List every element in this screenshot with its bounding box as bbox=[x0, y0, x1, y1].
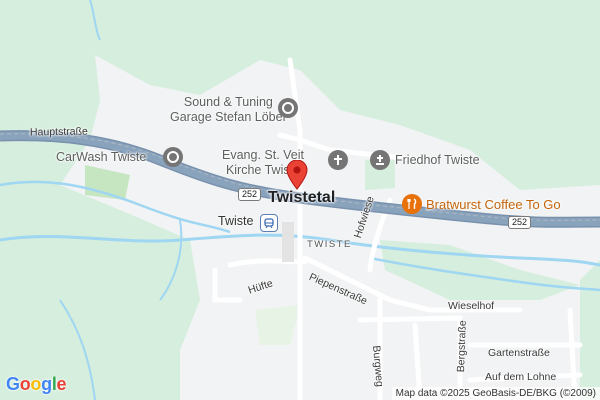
restaurant-fork-knife-icon[interactable] bbox=[402, 194, 422, 214]
poi-label: Garage Stefan Löber bbox=[170, 110, 287, 124]
street-label-bergstrasse: Bergstraße bbox=[455, 320, 469, 373]
church-cross-icon[interactable] bbox=[328, 150, 348, 170]
train-station-icon[interactable] bbox=[260, 214, 278, 232]
field-patch bbox=[0, 160, 60, 200]
street-label-wieselhof: Wieselhof bbox=[448, 300, 495, 312]
street-label-auf-dem-lohne: Auf dem Lohne bbox=[485, 371, 557, 383]
street-label-hauptstrasse: Hauptstraße bbox=[29, 125, 88, 139]
map-canvas[interactable]: Sound & Tuning Garage Stefan Löber CarWa… bbox=[0, 0, 600, 400]
pin-dot-icon[interactable] bbox=[278, 98, 298, 118]
poi-friedhof[interactable]: Friedhof Twiste bbox=[395, 153, 480, 168]
poi-label: CarWash Twiste bbox=[56, 150, 147, 164]
cemetery-icon[interactable] bbox=[370, 150, 390, 170]
poi-label: Sound & Tuning bbox=[183, 95, 273, 109]
station-platform bbox=[282, 222, 294, 262]
road-shield-252: 252 bbox=[508, 216, 532, 229]
pin-dot-icon[interactable] bbox=[163, 147, 183, 167]
map-attribution[interactable]: Map data ©2025 GeoBasis-DE/BKG (©2009) bbox=[391, 387, 600, 400]
stream bbox=[89, 0, 101, 41]
place-label: TWISTE bbox=[307, 239, 352, 250]
google-logo: Google bbox=[6, 374, 67, 394]
street-label-gartenstrasse: Gartenstraße bbox=[488, 347, 550, 359]
poi-label: Friedhof Twiste bbox=[395, 153, 480, 167]
poi-label: Twiste bbox=[218, 214, 254, 228]
poi-bratwurst[interactable]: Bratwurst Coffee To Go bbox=[426, 197, 561, 212]
poi-sound-tuning[interactable]: Sound & Tuning Garage Stefan Löber bbox=[170, 95, 287, 125]
location-marker-icon[interactable] bbox=[286, 159, 308, 190]
poi-carwash[interactable]: CarWash Twiste bbox=[56, 150, 146, 165]
town-label: Twistetal bbox=[268, 189, 336, 206]
poi-label: Bratwurst Coffee To Go bbox=[426, 197, 561, 212]
road-shield-252: 252 bbox=[238, 188, 262, 201]
poi-station[interactable]: Twiste bbox=[218, 214, 253, 229]
